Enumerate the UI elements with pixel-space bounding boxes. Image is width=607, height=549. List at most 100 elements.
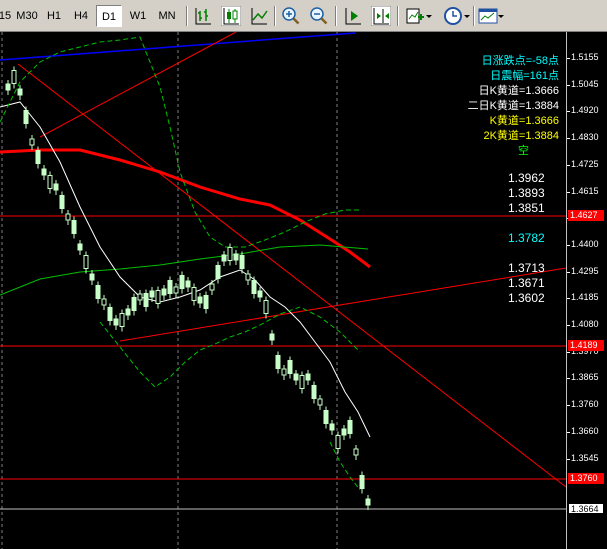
candle-body bbox=[77, 243, 83, 251]
candle-body bbox=[227, 247, 233, 261]
candle-body bbox=[269, 333, 275, 341]
candle-body bbox=[35, 150, 41, 164]
candle-body bbox=[311, 385, 317, 399]
candle-body bbox=[167, 280, 173, 294]
candle-body bbox=[155, 290, 161, 304]
price-tick-label: 1.5045 bbox=[571, 78, 599, 89]
blue-trend-line bbox=[0, 32, 356, 61]
daily-change-text: 日涨跌点=-58点 bbox=[481, 55, 559, 67]
timeframe-w1-button[interactable]: W1 bbox=[125, 5, 151, 27]
price-tick-label: 1.4400 bbox=[571, 238, 599, 249]
chevron-down-icon[interactable] bbox=[463, 6, 471, 26]
toolbar-separator bbox=[274, 6, 276, 26]
level-text: 1.3893 bbox=[508, 186, 545, 200]
candle-body bbox=[41, 168, 47, 176]
price-tick-mark bbox=[567, 271, 570, 273]
timeframe-m15-button[interactable]: 15 bbox=[0, 5, 12, 27]
line-chart-icon[interactable] bbox=[249, 6, 269, 26]
candle-body bbox=[281, 368, 287, 376]
candle-body bbox=[335, 435, 341, 449]
chart-shift-icon[interactable] bbox=[371, 6, 391, 26]
chevron-down-icon[interactable] bbox=[497, 6, 505, 26]
price-tick-mark bbox=[567, 298, 570, 300]
price-tick-mark bbox=[567, 351, 570, 353]
candle-body bbox=[221, 254, 227, 262]
price-tick-mark bbox=[567, 431, 570, 433]
slow-moving-average bbox=[0, 148, 371, 269]
price-scale[interactable]: 1.51551.50451.49201.48301.47251.46151.45… bbox=[566, 32, 607, 549]
candle-body bbox=[365, 498, 371, 506]
lower-band bbox=[99, 306, 361, 388]
candle-body bbox=[89, 273, 95, 281]
candle-body bbox=[347, 420, 353, 434]
two-day-channel-text: 二日K黄道=1.3884 bbox=[467, 100, 559, 112]
day-channel-text: 日K黄道=1.3666 bbox=[478, 85, 559, 97]
candle-body bbox=[233, 253, 239, 261]
price-tick-mark bbox=[567, 58, 570, 59]
level-text: 1.3602 bbox=[508, 291, 545, 305]
templates-icon[interactable] bbox=[478, 6, 498, 26]
candle-body bbox=[191, 287, 197, 301]
candle-body bbox=[107, 307, 113, 321]
autoscroll-icon[interactable] bbox=[343, 6, 363, 26]
candle-body bbox=[161, 288, 167, 296]
level-text: 1.3782 bbox=[508, 231, 545, 245]
timeframe-h1-button[interactable]: H1 bbox=[42, 5, 66, 27]
candle-body bbox=[293, 373, 299, 381]
candle-body bbox=[179, 275, 185, 289]
candlestick-series bbox=[5, 66, 371, 510]
timeframe-m30-button[interactable]: M30 bbox=[13, 5, 41, 27]
chevron-down-icon[interactable] bbox=[425, 6, 433, 26]
price-tick-label: 1.5155 bbox=[571, 52, 599, 62]
candlestick-chart-icon[interactable] bbox=[221, 6, 241, 26]
k2-channel-text: 2K黄道=1.3884 bbox=[483, 130, 559, 142]
red-trend-line-upper bbox=[39, 32, 237, 138]
candle-body bbox=[125, 308, 131, 316]
candle-body bbox=[23, 110, 29, 124]
bar-chart-icon[interactable] bbox=[193, 6, 213, 26]
price-tick-mark bbox=[567, 458, 570, 460]
candle-body bbox=[275, 355, 281, 369]
candle-body bbox=[47, 175, 53, 189]
price-tick-label: 1.3660 bbox=[571, 425, 599, 436]
candle-body bbox=[53, 183, 59, 191]
timeframe-d1-button[interactable]: D1 bbox=[96, 5, 122, 27]
candle-body bbox=[11, 70, 17, 84]
indicators-icon[interactable] bbox=[405, 6, 425, 26]
price-chart-area[interactable]: 日涨跌点=-58点 日震幅=161点 日K黄道=1.3666 二日K黄道=1.3… bbox=[0, 32, 566, 549]
candle-body bbox=[65, 213, 71, 221]
price-tick-mark bbox=[567, 138, 570, 140]
candle-body bbox=[215, 265, 221, 279]
price-tick-label: 1.4725 bbox=[571, 158, 599, 169]
timeframe-h4-button[interactable]: H4 bbox=[68, 5, 94, 27]
price-tick-mark bbox=[567, 244, 570, 246]
candle-body bbox=[353, 448, 359, 456]
candle-body bbox=[137, 293, 143, 301]
level-text: 1.3671 bbox=[508, 276, 545, 290]
candle-body bbox=[239, 255, 245, 269]
candle-body bbox=[101, 298, 107, 306]
candle-body bbox=[131, 297, 137, 311]
price-label-box: 1.3760 bbox=[568, 473, 604, 484]
periods-clock-icon[interactable] bbox=[443, 6, 463, 26]
candle-body bbox=[17, 88, 23, 96]
price-tick-mark bbox=[567, 164, 570, 166]
price-tick-label: 1.3760 bbox=[571, 399, 599, 410]
price-tick-mark bbox=[567, 84, 570, 86]
price-tick-label: 1.4295 bbox=[571, 265, 599, 276]
candle-body bbox=[251, 280, 257, 294]
toolbar-separator bbox=[335, 6, 337, 26]
candle-body bbox=[173, 286, 179, 294]
candle-body bbox=[29, 138, 35, 146]
candle-body bbox=[323, 410, 329, 424]
candle-body bbox=[5, 83, 11, 91]
price-tick-label: 1.4830 bbox=[571, 132, 599, 143]
timeframe-mn-button[interactable]: MN bbox=[153, 5, 181, 27]
zoom-out-icon[interactable] bbox=[309, 6, 329, 26]
candle-body bbox=[71, 220, 77, 234]
toolbar-separator bbox=[473, 6, 475, 26]
zoom-in-icon[interactable] bbox=[281, 6, 301, 26]
candle-body bbox=[59, 195, 65, 209]
chart-toolbar: 15 M30 H1 H4 D1 W1 MN bbox=[0, 0, 607, 32]
toolbar-separator bbox=[186, 6, 188, 26]
